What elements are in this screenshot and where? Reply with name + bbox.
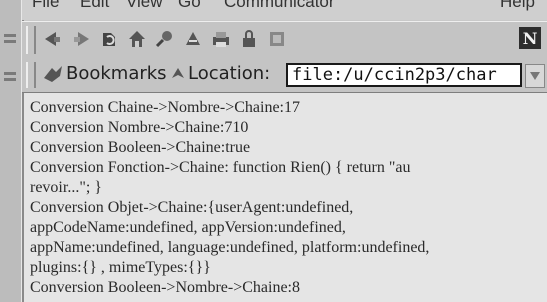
- back-icon: [45, 32, 60, 46]
- content-line: appCodeName:undefined, appVersion:undefi…: [30, 219, 346, 236]
- content-line: Conversion Nombre->Chaine:710: [30, 119, 249, 136]
- forward-icon: [74, 32, 89, 46]
- security-icon: [243, 30, 255, 47]
- location-toolbar: Bookmarks Location: file:/u/ccin2p3/char: [22, 58, 547, 93]
- window-left-border: [0, 0, 24, 302]
- content-line: plugins:{} , mimeTypes:{}}: [30, 259, 211, 276]
- stop-button[interactable]: [266, 28, 288, 50]
- bookmarks-icon: [44, 66, 62, 82]
- content-line: Conversion Chaine->Nombre->Chaine:17: [30, 99, 300, 116]
- content-line: Conversion Booleen->Nombre->Chaine:8: [30, 279, 300, 296]
- toolbar-grip[interactable]: [26, 62, 36, 88]
- content-line: revoir..."; }: [30, 179, 102, 196]
- border-stripe: [4, 40, 16, 43]
- stop-icon: [270, 32, 284, 46]
- content-line: Conversion Fonction->Chaine: function Ri…: [30, 159, 411, 176]
- forward-button[interactable]: [70, 28, 92, 50]
- content-line: appName:undefined, language:undefined, p…: [30, 239, 430, 256]
- border-stripe: [4, 34, 16, 37]
- toolbar-grip[interactable]: [26, 26, 36, 54]
- menu-view[interactable]: View: [126, 0, 163, 12]
- menu-communicator[interactable]: Communicator: [224, 0, 335, 12]
- content-line: Conversion Objet->Chaine:{userAgent:unde…: [30, 199, 354, 216]
- menu-bar: File Edit View Go Communicator Help: [22, 0, 547, 20]
- bookmarks-button[interactable]: Bookmarks: [66, 63, 167, 84]
- url-dropdown-button[interactable]: [525, 64, 545, 88]
- menu-edit[interactable]: Edit: [80, 0, 109, 12]
- menu-help[interactable]: Help: [500, 0, 535, 12]
- border-stripe: [4, 72, 16, 75]
- search-button[interactable]: [154, 28, 176, 50]
- border-stripe: [4, 78, 16, 81]
- reload-icon: [103, 33, 115, 46]
- print-icon: [213, 32, 229, 47]
- navigation-toolbar: N: [22, 21, 547, 59]
- netscape-guide-icon: [186, 32, 200, 45]
- home-icon: [129, 31, 145, 47]
- print-button[interactable]: [210, 28, 232, 50]
- netscape-logo[interactable]: N: [519, 27, 541, 49]
- security-button[interactable]: [238, 28, 260, 50]
- page-content: Conversion Chaine->Nombre->Chaine:17 Con…: [24, 93, 547, 302]
- reload-button[interactable]: [98, 28, 120, 50]
- url-input[interactable]: file:/u/ccin2p3/char: [286, 63, 522, 87]
- search-icon: [155, 31, 172, 48]
- menu-file[interactable]: File: [32, 0, 59, 12]
- chevron-down-icon: [530, 72, 540, 80]
- back-button[interactable]: [42, 28, 64, 50]
- location-label: Location:: [188, 63, 271, 84]
- page-proxy-icon[interactable]: [170, 66, 186, 82]
- guide-button[interactable]: [182, 28, 204, 50]
- menu-go[interactable]: Go: [178, 0, 201, 12]
- content-line: Conversion Booleen->Chaine:true: [30, 139, 251, 156]
- home-button[interactable]: [126, 28, 148, 50]
